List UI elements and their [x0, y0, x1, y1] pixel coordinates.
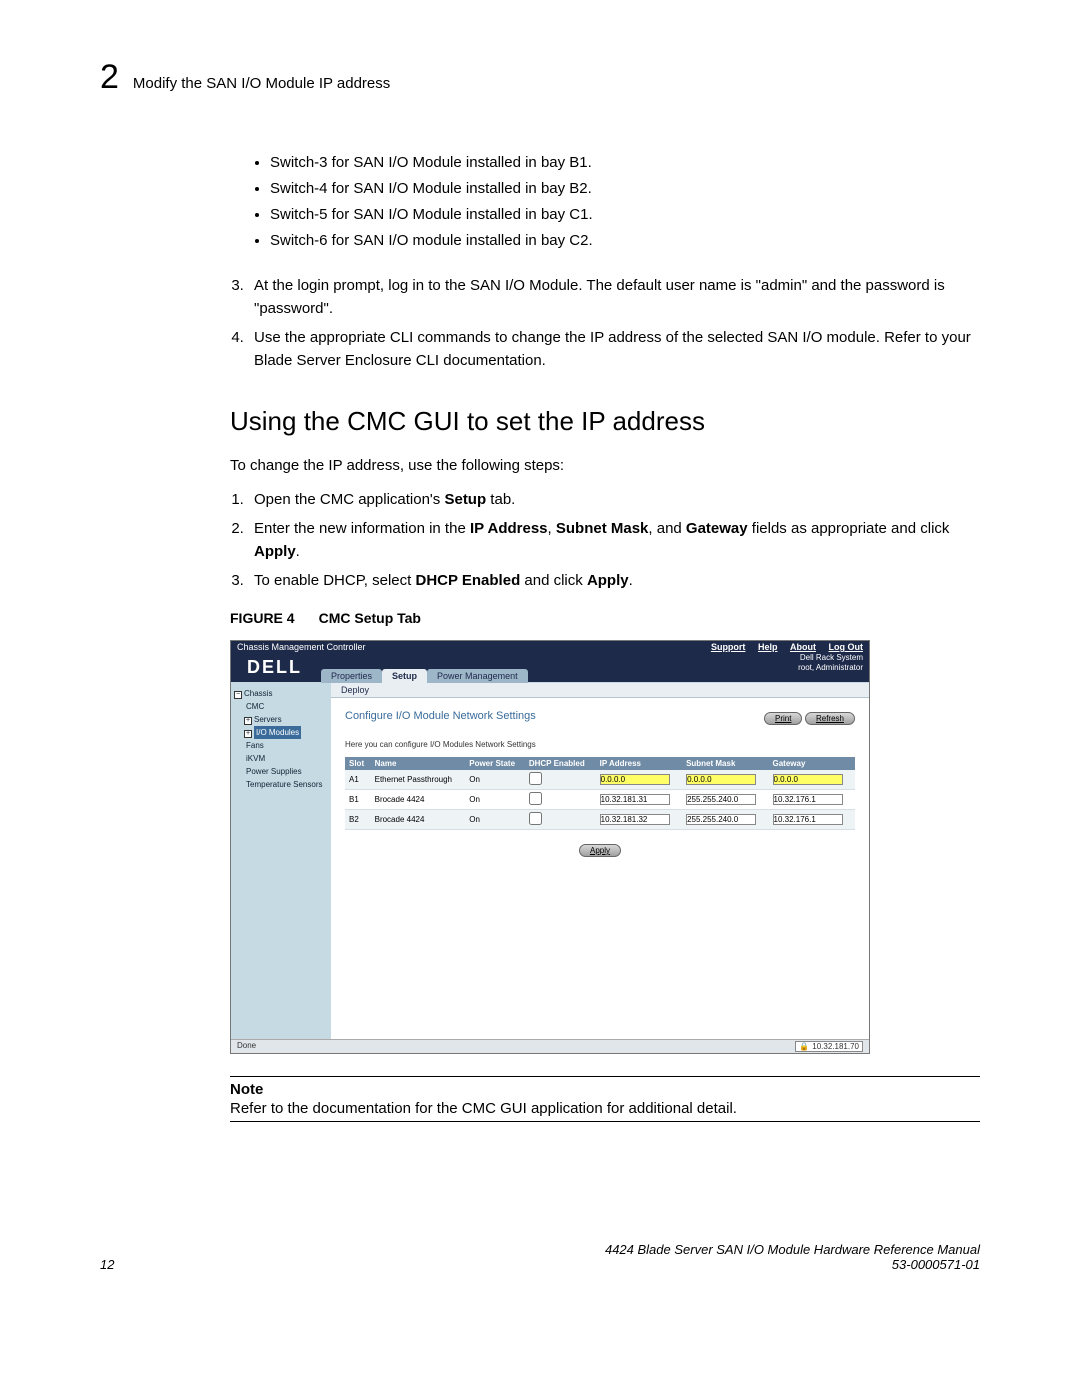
expand-icon[interactable]: + [244, 730, 252, 738]
step: Open the CMC application's Setup tab. [248, 488, 980, 511]
col-name: Name [371, 757, 466, 770]
logout-link[interactable]: Log Out [829, 642, 864, 652]
cmc-tree: −Chassis CMC +Servers +I/O Modules Fans … [231, 683, 331, 1039]
step: To enable DHCP, select DHCP Enabled and … [248, 569, 980, 592]
list-item: Switch-6 for SAN I/O module installed in… [270, 228, 980, 254]
tree-power[interactable]: Power Supplies [246, 767, 302, 776]
tree-chassis[interactable]: Chassis [244, 689, 272, 698]
list-item: Switch-4 for SAN I/O Module installed in… [270, 176, 980, 202]
switch-list: Switch-3 for SAN I/O Module installed in… [270, 150, 980, 254]
cmc-title-bar: Chassis Management Controller Support He… [231, 641, 869, 653]
ip-input[interactable] [600, 794, 670, 805]
tab-power[interactable]: Power Management [427, 669, 528, 683]
chapter-number: 2 [100, 60, 119, 94]
list-item: Switch-5 for SAN I/O Module installed in… [270, 202, 980, 228]
cmc-content: Deploy Configure I/O Module Network Sett… [331, 683, 869, 1039]
content-note: Here you can configure I/O Modules Netwo… [345, 740, 855, 749]
doc-number: 53-0000571-01 [605, 1257, 980, 1272]
ip-input[interactable] [600, 774, 670, 785]
tree-temp[interactable]: Temperature Sensors [246, 780, 322, 789]
top-steps: At the login prompt, log in to the SAN I… [248, 274, 980, 372]
table-row: B1Brocade 4424On [345, 790, 855, 810]
io-modules-table: Slot Name Power State DHCP Enabled IP Ad… [345, 757, 855, 830]
page-header: 2 Modify the SAN I/O Module IP address [100, 60, 980, 94]
tree-cmc[interactable]: CMC [246, 702, 264, 711]
rule [230, 1121, 980, 1122]
page-number: 12 [100, 1257, 114, 1272]
mask-input[interactable] [686, 814, 756, 825]
cmc-screenshot: Chassis Management Controller Support He… [230, 640, 870, 1054]
gw-input[interactable] [773, 794, 843, 805]
col-ip: IP Address [596, 757, 682, 770]
rule [230, 1076, 980, 1077]
collapse-icon[interactable]: − [234, 691, 242, 699]
gui-steps: Open the CMC application's Setup tab. En… [248, 488, 980, 592]
dhcp-checkbox[interactable] [529, 792, 542, 805]
cmc-sysinfo: Dell Rack System root, Administrator [798, 653, 863, 673]
ip-input[interactable] [600, 814, 670, 825]
mask-input[interactable] [686, 774, 756, 785]
table-row: B2Brocade 4424On [345, 810, 855, 830]
list-item: Switch-3 for SAN I/O Module installed in… [270, 150, 980, 176]
tree-servers[interactable]: Servers [254, 715, 282, 724]
manual-title: 4424 Blade Server SAN I/O Module Hardwar… [605, 1242, 980, 1257]
note-title: Note [230, 1081, 980, 1098]
tree-fans[interactable]: Fans [246, 741, 264, 750]
intro-text: To change the IP address, use the follow… [230, 457, 980, 474]
support-link[interactable]: Support [711, 642, 746, 652]
print-button[interactable]: Print [764, 712, 802, 725]
cmc-tabs: Properties Setup Power Management [321, 669, 869, 683]
about-link[interactable]: About [790, 642, 816, 652]
figure-label: FIGURE 4CMC Setup Tab [230, 610, 980, 626]
dhcp-checkbox[interactable] [529, 812, 542, 825]
blank-area [345, 857, 855, 1027]
col-mask: Subnet Mask [682, 757, 768, 770]
lock-icon: 🔒 [799, 1042, 809, 1051]
refresh-button[interactable]: Refresh [805, 712, 855, 725]
gw-input[interactable] [773, 774, 843, 785]
note-text: Refer to the documentation for the CMC G… [230, 1100, 980, 1117]
status-left: Done [237, 1041, 256, 1052]
help-link[interactable]: Help [758, 642, 778, 652]
step: At the login prompt, log in to the SAN I… [248, 274, 980, 320]
tree-ikvm[interactable]: iKVM [246, 754, 265, 763]
expand-icon[interactable]: + [244, 717, 252, 725]
step: Enter the new information in the IP Addr… [248, 517, 980, 563]
gw-input[interactable] [773, 814, 843, 825]
mask-input[interactable] [686, 794, 756, 805]
col-slot: Slot [345, 757, 371, 770]
page-footer: 12 4424 Blade Server SAN I/O Module Hard… [100, 1242, 980, 1272]
header-title: Modify the SAN I/O Module IP address [133, 75, 390, 92]
tab-properties[interactable]: Properties [321, 669, 382, 683]
dhcp-checkbox[interactable] [529, 772, 542, 785]
table-row: A1Ethernet PassthroughOn [345, 770, 855, 790]
tab-setup[interactable]: Setup [382, 669, 427, 683]
col-gw: Gateway [769, 757, 856, 770]
col-power: Power State [465, 757, 525, 770]
subtab-deploy[interactable]: Deploy [331, 683, 869, 698]
cmc-top-links: Support Help About Log Out [701, 642, 863, 652]
cmc-status-bar: Done 🔒10.32.181.70 [231, 1039, 869, 1053]
section-heading: Using the CMC GUI to set the IP address [230, 406, 980, 437]
cmc-title: Chassis Management Controller [237, 642, 366, 652]
apply-button[interactable]: Apply [579, 844, 621, 857]
step: Use the appropriate CLI commands to chan… [248, 326, 980, 372]
dell-logo: DELL [237, 653, 312, 682]
col-dhcp: DHCP Enabled [525, 757, 596, 770]
tree-io-modules[interactable]: I/O Modules [254, 726, 301, 739]
status-right: 🔒10.32.181.70 [795, 1041, 863, 1052]
